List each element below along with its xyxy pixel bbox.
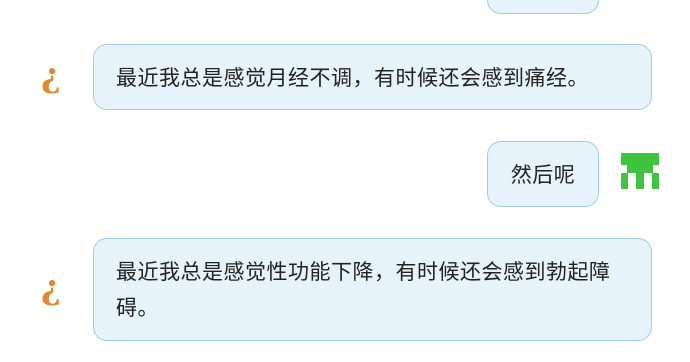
- chat-area: ¿ 最近我总是感觉月经不调，有时候还会感到痛经。 然后呢 ¿ 最近我总是感觉性功…: [0, 0, 690, 362]
- bot-message-bubble: 最近我总是感觉月经不调，有时候还会感到痛经。: [93, 44, 652, 110]
- bot-message-bubble: 最近我总是感觉性功能下降，有时候还会感到勃起障碍。: [93, 238, 652, 341]
- message-text: 最近我总是感觉月经不调，有时候还会感到痛经。: [116, 66, 589, 90]
- message-text: 最近我总是感觉性功能下降，有时候还会感到勃起障碍。: [116, 260, 611, 320]
- bot-avatar-icon: ¿: [41, 56, 61, 96]
- user-message-bubble: 然后呢: [487, 141, 599, 207]
- user-avatar-icon: [621, 153, 659, 189]
- message-text: 然后呢: [510, 163, 576, 187]
- previous-message-bubble: [487, 0, 599, 14]
- bot-avatar-icon: ¿: [41, 268, 61, 308]
